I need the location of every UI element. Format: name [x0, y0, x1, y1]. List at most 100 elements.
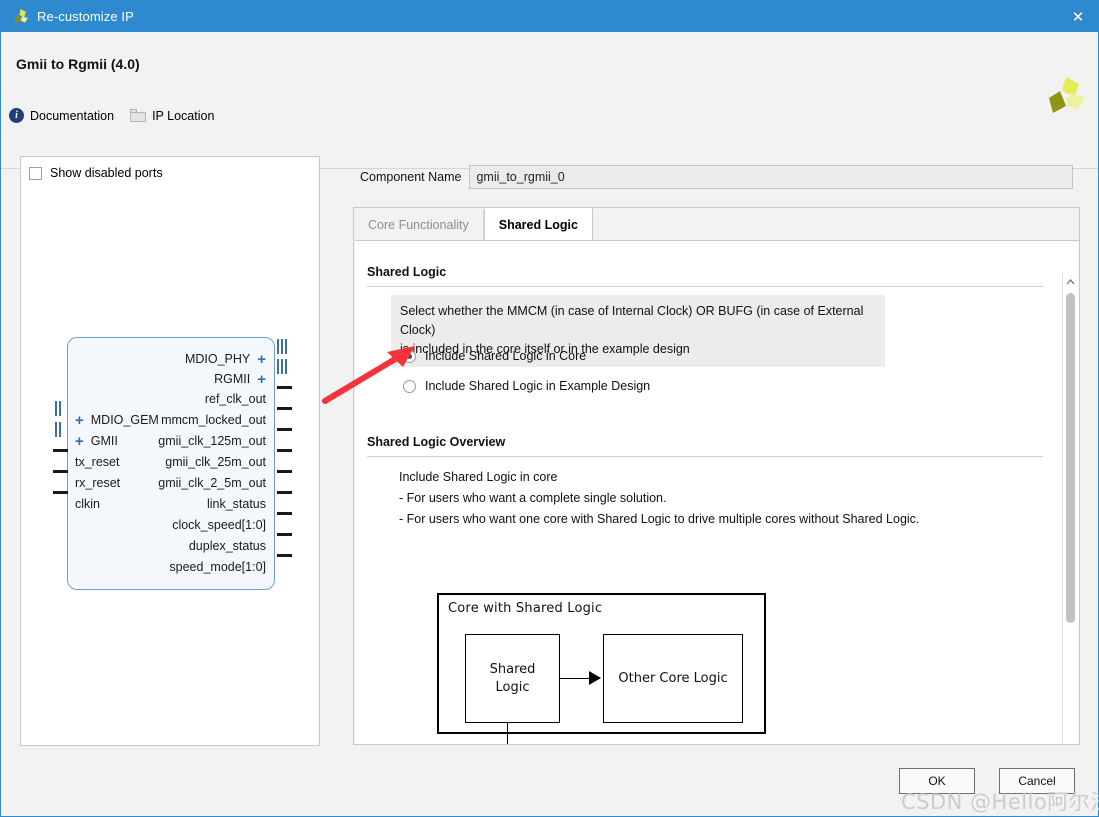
port-tx-reset: tx_reset [75, 453, 119, 471]
show-disabled-ports-checkbox[interactable] [29, 166, 42, 180]
diagram-other-core-logic-label: Other Core Logic [618, 670, 728, 686]
title-bar: Re-customize IP ✕ [1, 1, 1099, 32]
scrollbar-thumb[interactable] [1066, 293, 1075, 623]
plus-expander-icon[interactable]: + [257, 352, 266, 367]
header: Gmii to Rgmii (4.0) i Documentation IP L… [1, 32, 1098, 169]
ip-location-link[interactable]: IP Location [130, 109, 214, 123]
bus-bars-icon [55, 401, 67, 416]
port-gmii-clk-125m-out: gmii_clk_125m_out [158, 432, 266, 450]
port-label: MDIO_GEM [90, 413, 159, 427]
port-gmii-clk-2-5m-out: gmii_clk_2_5m_out [158, 474, 266, 492]
bus-bars-icon [55, 422, 67, 437]
port-label: gmii_clk_2_5m_out [158, 476, 266, 490]
port-label: gmii_clk_125m_out [158, 434, 266, 448]
radio-label: Include Shared Logic in Core [425, 349, 587, 363]
shared-logic-tab-content: Shared Logic Select whether the MMCM (in… [355, 240, 1079, 744]
ip-symbol-block: MDIO_PHY + RGMII + ref_clk_out mmcm_lock… [67, 337, 275, 590]
port-stub [277, 470, 292, 473]
overview-section-title: Shared Logic Overview [367, 435, 506, 449]
bus-bars-icon [277, 359, 289, 374]
port-stub [277, 428, 292, 431]
port-stub [277, 407, 292, 410]
port-label: gmii_clk_25m_out [165, 455, 266, 469]
port-stub [53, 491, 68, 494]
overview-section-rule [367, 456, 1043, 457]
radio-button[interactable] [403, 349, 416, 363]
diagram-connector-line [560, 678, 590, 679]
plus-expander-icon[interactable]: + [257, 372, 266, 387]
port-gmii: + GMII [75, 432, 118, 450]
scroll-up-icon[interactable] [1063, 274, 1078, 290]
content-scrollbar[interactable] [1062, 273, 1078, 744]
port-label: duplex_status [188, 539, 266, 553]
diagram-shared-logic-box: Shared Logic [465, 634, 560, 723]
configuration-tab-panel: Core Functionality Shared Logic Shared L… [353, 207, 1080, 745]
header-links: i Documentation IP Location [9, 108, 230, 123]
port-label: speed_mode[1:0] [169, 560, 266, 574]
port-rgmii: RGMII + [214, 370, 266, 388]
diagram-arrow-head [589, 671, 601, 685]
port-clock-speed: clock_speed[1:0] [172, 516, 266, 534]
bus-bars-icon [277, 339, 289, 354]
page-title: Gmii to Rgmii (4.0) [16, 56, 140, 72]
xilinx-propeller-logo [1041, 74, 1087, 118]
diagram-other-core-logic-box: Other Core Logic [603, 634, 743, 723]
info-icon: i [9, 108, 24, 123]
port-mmcm-locked-out: mmcm_locked_out [161, 411, 266, 429]
port-mdio-gem: + MDIO_GEM [75, 411, 159, 429]
radio-label: Include Shared Logic in Example Design [425, 379, 651, 393]
port-label: clkin [75, 497, 101, 511]
port-label: link_status [206, 497, 266, 511]
radio-include-shared-logic-in-core[interactable]: Include Shared Logic in Core [403, 349, 586, 363]
ok-button[interactable]: OK [899, 768, 975, 794]
component-name-row: Component Name gmii_to_rgmii_0 [360, 165, 1074, 189]
port-label: rx_reset [75, 476, 121, 490]
diagram-shared-logic-line2: Logic [495, 679, 530, 695]
shared-logic-section-rule [367, 286, 1043, 287]
port-label: GMII [90, 434, 118, 448]
port-label: MDIO_PHY [184, 352, 251, 366]
show-disabled-ports-label: Show disabled ports [50, 166, 163, 180]
radio-include-shared-logic-in-example-design[interactable]: Include Shared Logic in Example Design [403, 379, 650, 393]
xilinx-propeller-icon [10, 7, 30, 27]
cancel-button[interactable]: Cancel [999, 768, 1075, 794]
diagram-outer-label: Core with Shared Logic [448, 601, 603, 616]
diagram-shared-logic-line1: Shared [489, 661, 536, 677]
port-clkin: clkin [75, 495, 100, 513]
component-name-input[interactable]: gmii_to_rgmii_0 [469, 165, 1074, 189]
plus-expander-icon[interactable]: + [75, 413, 84, 428]
port-stub [277, 533, 292, 536]
documentation-label: Documentation [30, 108, 115, 123]
port-gmii-clk-25m-out: gmii_clk_25m_out [165, 453, 266, 471]
port-stub [277, 449, 292, 452]
port-link-status: link_status [207, 495, 266, 513]
component-name-label: Component Name [360, 170, 462, 184]
port-ref-clk-out: ref_clk_out [205, 390, 266, 408]
port-stub [53, 470, 68, 473]
documentation-link[interactable]: i Documentation [9, 108, 114, 123]
port-rx-reset: rx_reset [75, 474, 120, 492]
ip-location-label: IP Location [152, 108, 215, 123]
plus-expander-icon[interactable]: + [75, 434, 84, 449]
port-label: clock_speed[1:0] [172, 518, 266, 532]
close-icon[interactable]: ✕ [1056, 1, 1099, 32]
tab-core-functionality[interactable]: Core Functionality [354, 210, 484, 240]
port-stub [53, 449, 68, 452]
port-label: tx_reset [75, 455, 120, 469]
show-disabled-ports-row[interactable]: Show disabled ports [29, 166, 163, 180]
info-line-1: Select whether the MMCM (in case of Inte… [400, 304, 864, 337]
port-stub [277, 491, 292, 494]
overview-line-1: Include Shared Logic in core [399, 470, 558, 484]
port-mdio-phy: MDIO_PHY + [185, 350, 266, 368]
overview-line-3: - For users who want one core with Share… [399, 512, 920, 526]
overview-line-2: - For users who want a complete single s… [399, 491, 667, 505]
diagram-output-line [507, 723, 508, 744]
port-speed-mode: speed_mode[1:0] [169, 558, 266, 576]
port-stub [277, 512, 292, 515]
port-stub [277, 554, 292, 557]
radio-button[interactable] [403, 379, 416, 393]
folder-icon [130, 109, 147, 122]
port-stub [277, 386, 292, 389]
tab-shared-logic[interactable]: Shared Logic [483, 208, 593, 240]
tab-strip: Core Functionality Shared Logic [354, 208, 1079, 240]
